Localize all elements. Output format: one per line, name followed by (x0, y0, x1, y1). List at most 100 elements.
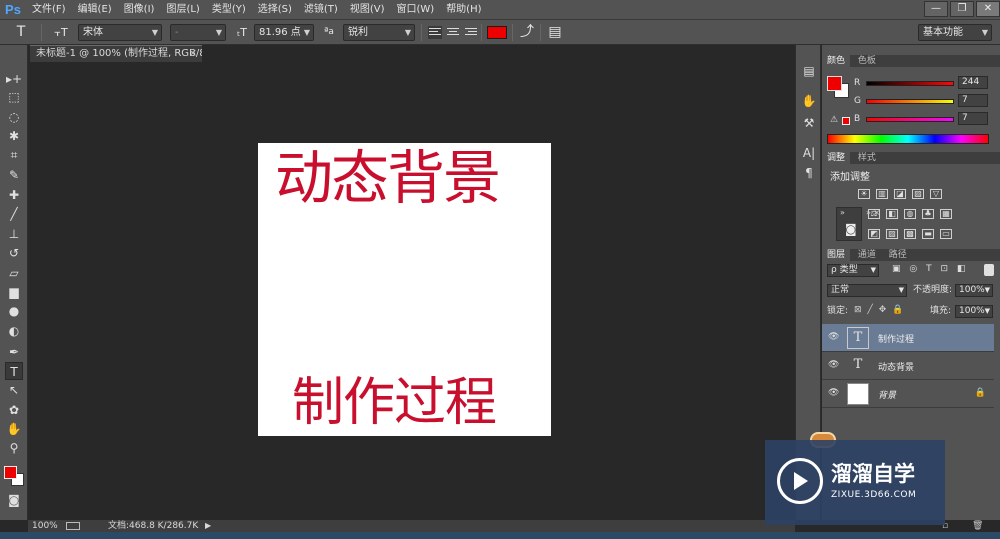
zoom-tool-icon[interactable]: ⚲ (5, 439, 23, 457)
align-center-button[interactable] (446, 26, 460, 39)
tab-paths[interactable]: 路径 (884, 249, 912, 261)
warp-text-icon[interactable]: ⤴ (518, 24, 536, 41)
red-slider[interactable] (866, 81, 954, 86)
quick-mask-icon[interactable]: ◙ (5, 491, 23, 509)
threshold-icon[interactable]: ▩ (904, 229, 916, 239)
move-tool-icon[interactable]: ▸+ (5, 70, 23, 88)
invert-icon[interactable]: ◩ (868, 229, 880, 239)
character-panel-icon[interactable]: ▤ (546, 24, 564, 41)
delete-layer-icon[interactable]: 🗑 (972, 521, 983, 531)
menu-layer[interactable]: 图层(L) (160, 0, 205, 20)
layer-name[interactable]: 制作过程 (878, 332, 914, 345)
adjustment-filter-icon[interactable]: ◎ (909, 264, 917, 274)
menu-image[interactable]: 图像(I) (118, 0, 161, 20)
green-slider[interactable] (866, 99, 954, 104)
close-icon[interactable]: × (189, 46, 197, 61)
eyedropper-tool-icon[interactable]: ✎ (5, 166, 23, 184)
visibility-eye-icon[interactable]: 👁 (828, 388, 839, 398)
lock-position-icon[interactable]: ✥ (879, 305, 887, 315)
crop-tool-icon[interactable]: ⌗ (5, 146, 23, 164)
foreground-color-swatch[interactable] (827, 76, 842, 91)
font-family-select[interactable]: 宋体 ▼ (78, 24, 162, 41)
collapse-icon[interactable]: » (840, 208, 845, 217)
photo-filter-icon[interactable]: ◍ (904, 209, 916, 219)
channel-mixer-icon[interactable]: ♣ (922, 209, 934, 219)
quick-select-tool-icon[interactable]: ✱ (5, 127, 23, 145)
blend-mode-select[interactable]: 正常 ▼ (827, 284, 907, 297)
font-style-select[interactable]: - ▼ (170, 24, 226, 41)
green-value-input[interactable]: 7 (958, 94, 988, 107)
paragraph-icon[interactable]: ¶ (800, 165, 818, 181)
lock-pixels-icon[interactable]: ╱ (867, 305, 872, 315)
tab-channels[interactable]: 通道 (853, 249, 881, 261)
align-left-button[interactable] (428, 26, 442, 39)
document-tab[interactable]: 未标题-1 @ 100% (制作过程, RGB/8) * × (30, 45, 202, 62)
posterize-icon[interactable]: ▨ (886, 229, 898, 239)
gradient-map-icon[interactable]: ▬ (922, 229, 934, 239)
type-filter-icon[interactable]: T (926, 264, 932, 274)
gradient-tool-icon[interactable]: ▆ (5, 283, 23, 301)
filter-toggle[interactable] (984, 264, 994, 276)
brightness-contrast-icon[interactable]: ☀ (858, 189, 870, 199)
blur-tool-icon[interactable]: ● (5, 302, 23, 320)
curves-icon[interactable]: ◪ (894, 189, 906, 199)
character-icon[interactable]: A| (800, 145, 818, 161)
layer-row-zhizuoguocheng[interactable]: 👁 T 制作过程 (822, 324, 994, 352)
lock-transparent-icon[interactable]: ⊠ (854, 305, 862, 315)
vibrance-icon[interactable]: ▽ (930, 189, 942, 199)
menu-file[interactable]: 文件(F) (26, 0, 72, 20)
canvas-text-bottom[interactable]: 制作过程 (292, 373, 497, 433)
fill-input[interactable]: 100% ▼ (955, 305, 993, 318)
eraser-tool-icon[interactable]: ▱ (5, 264, 23, 282)
black-white-icon[interactable]: ◧ (886, 209, 898, 219)
lock-all-icon[interactable]: 🔒 (892, 305, 903, 315)
brush-presets-icon[interactable]: ⚒ (800, 115, 818, 131)
menu-filter[interactable]: 滤镜(T) (298, 0, 344, 20)
exposure-icon[interactable]: ▨ (912, 189, 924, 199)
tab-styles[interactable]: 样式 (853, 152, 881, 164)
menu-window[interactable]: 窗口(W) (390, 0, 440, 20)
visibility-eye-icon[interactable]: 👁 (828, 332, 839, 342)
foreground-color-box[interactable] (4, 466, 17, 479)
history-brush-tool-icon[interactable]: ↺ (5, 244, 23, 262)
blue-slider[interactable] (866, 117, 954, 122)
color-lookup-icon[interactable]: ▦ (940, 209, 952, 219)
zoom-level[interactable]: 100% (32, 520, 58, 532)
hand-tool-icon[interactable]: ✋ (5, 420, 23, 438)
menu-type[interactable]: 类型(Y) (206, 0, 252, 20)
shape-tool-icon[interactable]: ✿ (5, 401, 23, 419)
stamp-tool-icon[interactable]: ⊥ (5, 225, 23, 243)
levels-icon[interactable]: ▥ (876, 189, 888, 199)
font-size-select[interactable]: 81.96 点 ▼ (254, 24, 314, 41)
layer-row-dongtaibeijing[interactable]: 👁 T 动态背景 (822, 352, 994, 380)
document-canvas[interactable]: 动态背景 制作过程 (258, 143, 551, 436)
text-color-swatch[interactable] (487, 26, 507, 39)
history-icon[interactable]: ▤ (800, 63, 818, 79)
antialias-select[interactable]: 锐利 ▼ (343, 24, 415, 41)
canvas-text-top[interactable]: 动态背景 (275, 145, 501, 211)
brush-panel-icon[interactable]: ✋ (800, 93, 818, 109)
visibility-eye-icon[interactable]: 👁 (828, 360, 839, 370)
pixel-filter-icon[interactable]: ▣ (892, 264, 901, 274)
brush-tool-icon[interactable]: ╱ (5, 205, 23, 223)
tab-swatches[interactable]: 色板 (853, 55, 881, 67)
layer-row-background[interactable]: 👁 背景 🔒 (822, 380, 994, 408)
layer-filter-select[interactable]: ρ 类型 ▼ (827, 264, 879, 277)
tab-adjustments[interactable]: 调整 (822, 152, 851, 164)
dodge-tool-icon[interactable]: ◐ (5, 322, 23, 340)
text-orientation-icon[interactable]: ⫟T (50, 24, 72, 41)
path-select-tool-icon[interactable]: ↖ (5, 381, 23, 399)
menu-view[interactable]: 视图(V) (344, 0, 391, 20)
canvas-area[interactable]: 动态背景 制作过程 (28, 62, 795, 520)
healing-brush-tool-icon[interactable]: ✚ (5, 186, 23, 204)
restore-button[interactable]: ❐ (950, 1, 974, 17)
lasso-tool-icon[interactable]: ◌ (5, 108, 23, 126)
menu-edit[interactable]: 编辑(E) (72, 0, 118, 20)
layer-name[interactable]: 动态背景 (878, 360, 914, 373)
menu-help[interactable]: 帮助(H) (440, 0, 487, 20)
selective-color-icon[interactable]: ▭ (940, 229, 952, 239)
opacity-input[interactable]: 100% ▼ (955, 284, 993, 297)
color-spectrum-bar[interactable] (827, 134, 989, 144)
adjust-preset-icon[interactable]: ◙ (845, 222, 857, 236)
blue-value-input[interactable]: 7 (958, 112, 988, 125)
